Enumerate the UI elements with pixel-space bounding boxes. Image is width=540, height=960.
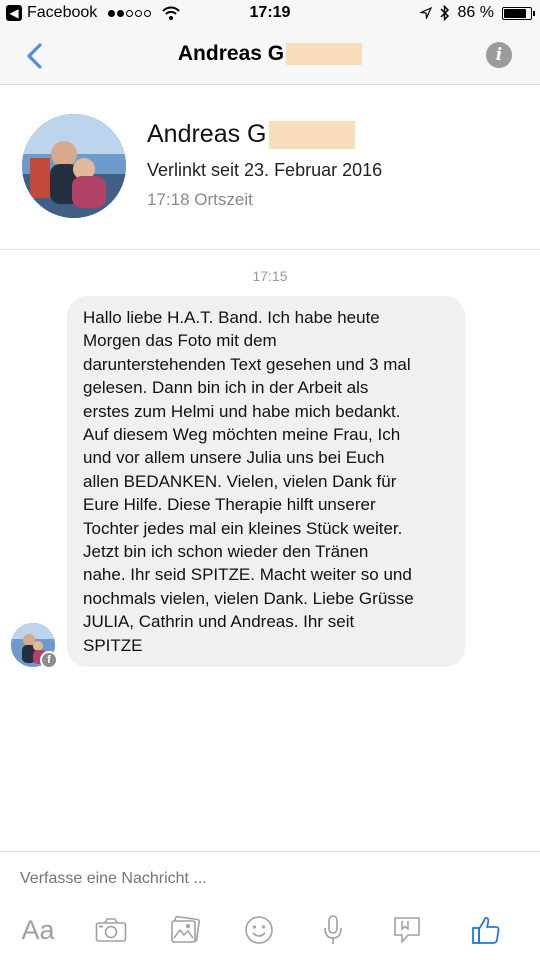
microphone-icon[interactable] [313, 912, 353, 948]
navigation-bar: Andreas G i [0, 28, 540, 85]
message-input[interactable] [20, 870, 500, 888]
avatar[interactable] [22, 114, 126, 218]
thumbs-up-icon[interactable] [466, 912, 506, 948]
sender-avatar[interactable]: f [11, 623, 58, 669]
emoji-icon[interactable] [239, 912, 279, 948]
message-composer: Aa [0, 851, 540, 960]
contact-profile: Andreas G Verlinkt seit 23. Februar 2016… [0, 86, 540, 250]
text-format-button[interactable]: Aa [18, 912, 58, 948]
location-arrow-icon [419, 7, 432, 19]
image-icon[interactable] [165, 912, 205, 948]
facebook-icon: f [40, 651, 58, 669]
composer-toolbar: Aa [0, 912, 540, 952]
bluetooth-icon [440, 5, 449, 21]
info-icon[interactable]: i [486, 42, 512, 68]
battery-percent: 86 % [457, 4, 494, 21]
local-time: 17:18 Ortszeit [147, 190, 253, 209]
conversation-title-text: Andreas G [177, 42, 285, 65]
redaction-box [268, 121, 355, 150]
linked-since: Verlinkt seit 23. Februar 2016 [147, 160, 383, 180]
battery-icon [502, 6, 535, 20]
battery-level [504, 8, 527, 18]
profile-name-text: Andreas G [147, 120, 267, 148]
status-bar: ◀ Facebook 17:19 86 % [0, 0, 540, 28]
conversation-title: Andreas G [0, 42, 540, 66]
redaction-box [286, 43, 363, 66]
profile-name: Andreas G [147, 120, 355, 150]
message-bubble[interactable]: Hallo liebe H.A.T. Band. Ich habe heute … [67, 296, 465, 668]
avatar-photo [22, 114, 126, 218]
camera-icon[interactable] [91, 912, 131, 948]
message-timestamp: 17:15 [252, 268, 288, 284]
sticker-icon[interactable] [387, 912, 427, 948]
status-bar-right: 86 % [419, 4, 535, 22]
